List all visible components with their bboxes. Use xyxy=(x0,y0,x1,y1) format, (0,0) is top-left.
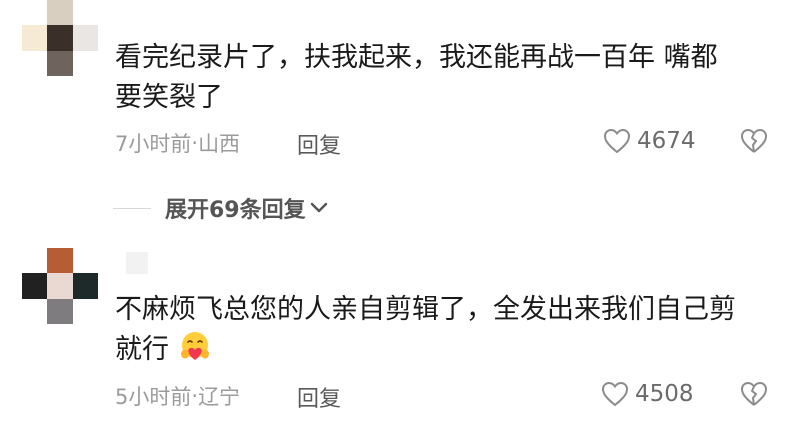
avatar[interactable] xyxy=(22,0,98,76)
broken-heart-icon xyxy=(741,382,767,406)
like-count: 4508 xyxy=(635,381,694,407)
like-count: 4674 xyxy=(637,128,696,154)
expand-replies-label: 展开69条回复 xyxy=(165,198,306,223)
expand-replies[interactable]: 展开69条回复 xyxy=(113,192,328,224)
comment-text: 不麻烦飞总您的人亲自剪辑了，全发出来我们自己剪 就行 xyxy=(115,290,765,370)
avatar[interactable] xyxy=(22,248,98,324)
comment-text-fragment: 就行 xyxy=(115,334,169,365)
comment-location: 山西 xyxy=(198,132,241,156)
reply-button[interactable]: 回复 xyxy=(297,381,341,413)
reply-button[interactable]: 回复 xyxy=(297,128,341,160)
dislike-button[interactable] xyxy=(740,128,768,158)
heart-icon xyxy=(603,128,631,154)
dislike-button[interactable] xyxy=(740,381,768,411)
comment-text-line: 看完纪录片了，扶我起来，我还能再战一百年 嘴都 xyxy=(115,42,718,73)
comment-text-line-with-emoji: 就行 xyxy=(115,330,765,370)
like-button[interactable]: 4674 xyxy=(603,128,696,154)
comment-location: 辽宁 xyxy=(198,385,241,409)
comment-text: 看完纪录片了，扶我起来，我还能再战一百年 嘴都 要笑裂了 xyxy=(115,38,765,118)
heart-icon xyxy=(601,381,629,407)
comment-time: 7小时前 xyxy=(115,132,192,156)
broken-heart-icon xyxy=(741,129,767,153)
divider xyxy=(113,207,151,209)
comment-meta: 5小时前 · 辽宁 xyxy=(115,381,240,411)
comment-text-line: 要笑裂了 xyxy=(115,82,223,113)
comment-list: 看完纪录片了，扶我起来，我还能再战一百年 嘴都 要笑裂了 7小时前 · 山西 回… xyxy=(0,0,800,434)
chevron-down-icon xyxy=(310,202,327,213)
comment-meta: 7小时前 · 山西 xyxy=(115,128,240,158)
love-hug-emoji-icon xyxy=(180,332,209,360)
nickname[interactable] xyxy=(126,252,148,274)
meta-separator: · xyxy=(191,131,199,155)
comment-time: 5小时前 xyxy=(115,385,192,409)
comment-text-line: 不麻烦飞总您的人亲自剪辑了，全发出来我们自己剪 xyxy=(115,294,736,325)
like-button[interactable]: 4508 xyxy=(601,381,694,407)
meta-separator: · xyxy=(191,384,199,408)
